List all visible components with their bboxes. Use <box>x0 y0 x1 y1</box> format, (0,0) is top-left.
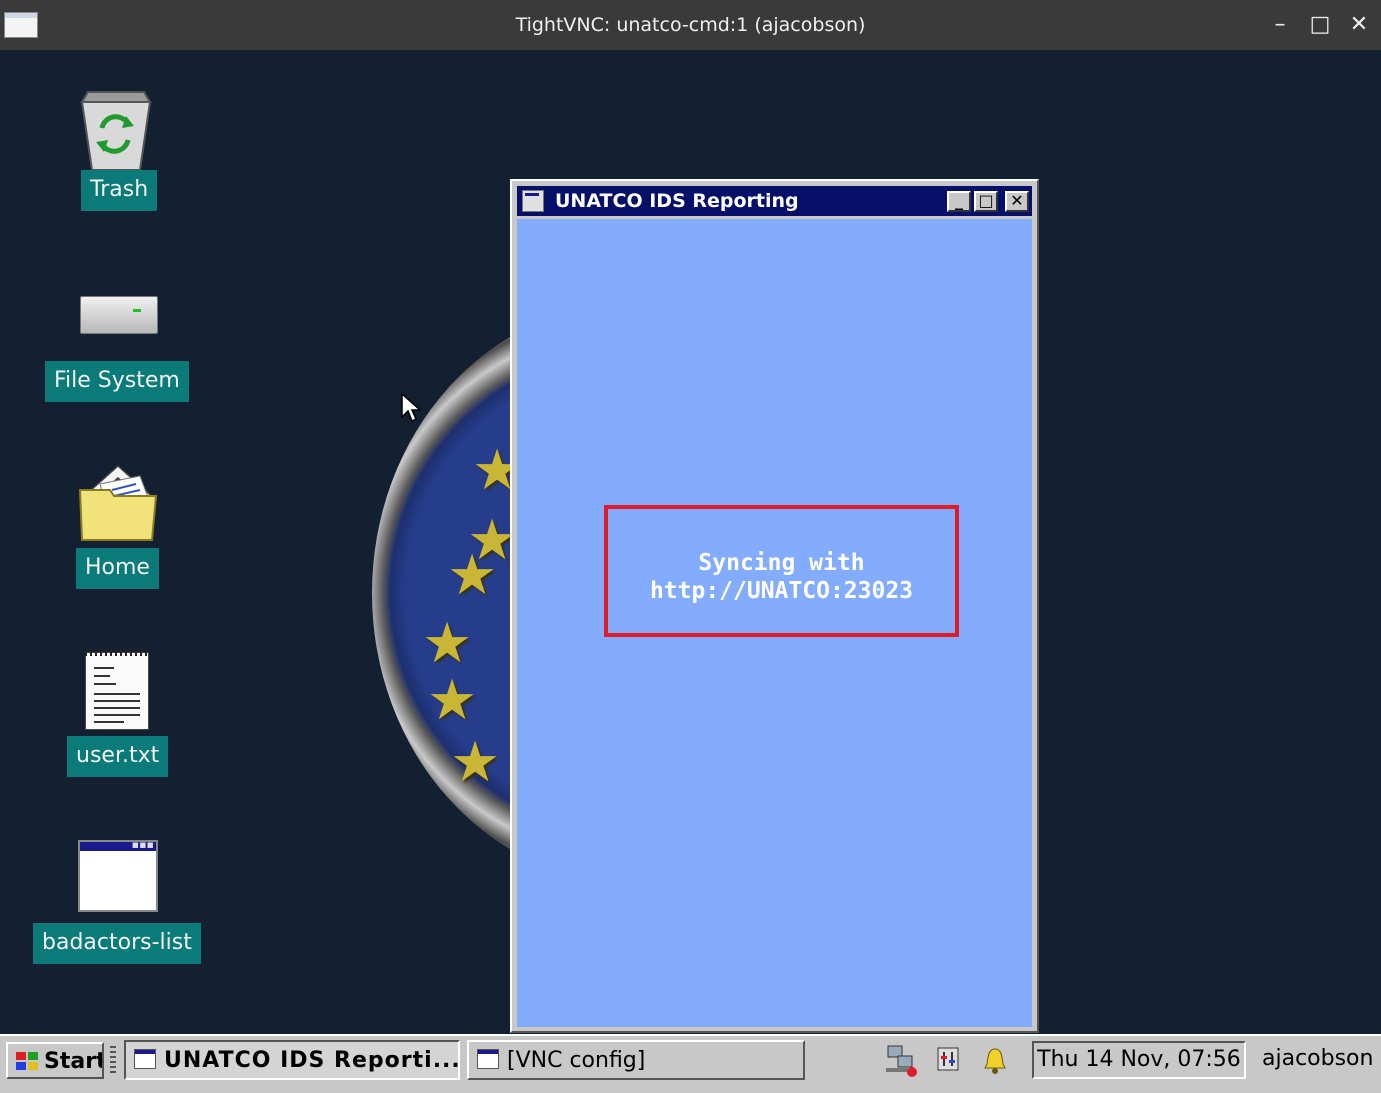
emblem-star-icon: ★ <box>422 611 473 676</box>
mouse-pointer-icon <box>401 393 421 423</box>
desktop-icon-label: Trash <box>81 170 158 211</box>
dialog-minimize-button[interactable]: _ <box>947 191 971 212</box>
vnc-minimize-button[interactable]: – <box>1267 12 1293 38</box>
start-button[interactable]: Start <box>6 1042 104 1079</box>
desktop-icon-label: user.txt <box>67 736 169 777</box>
mixer-icon[interactable] <box>932 1044 966 1078</box>
taskbar-user: ajacobson <box>1262 1046 1374 1071</box>
dialog-titlebar[interactable]: UNATCO IDS Reporting _ □ ✕ <box>517 186 1032 216</box>
sync-status-text: Syncing with http://UNATCO:23023 <box>608 549 955 605</box>
vnc-window-titlebar[interactable]: TightVNC: unatco-cmd:1 (ajacobson) – □ ✕ <box>0 0 1381 51</box>
text-file-icon <box>85 648 149 730</box>
network-icon[interactable] <box>884 1044 918 1078</box>
start-label: Start <box>44 1049 104 1074</box>
dialog-app-icon[interactable] <box>522 190 544 212</box>
home-folder-icon <box>78 464 158 541</box>
taskbar-item-label: [VNC config] <box>507 1048 646 1073</box>
bell-icon[interactable] <box>978 1044 1012 1078</box>
vnc-window-title: TightVNC: unatco-cmd:1 (ajacobson) <box>515 14 866 36</box>
vnc-close-button[interactable]: ✕ <box>1346 12 1372 38</box>
desktop-icon-label: Home <box>76 548 159 589</box>
emblem-star-icon: ★ <box>450 730 501 795</box>
desktop-icon-label: badactors-list <box>33 923 201 964</box>
desktop-icon-label: File System <box>45 361 189 402</box>
window-icon <box>78 838 158 912</box>
taskbar-clock[interactable]: Thu 14 Nov, 07:56 <box>1032 1041 1246 1079</box>
taskbar-item-unatco-ids[interactable]: UNATCO IDS Reporti... <box>124 1040 460 1080</box>
sync-status-line1: Syncing with <box>698 550 865 576</box>
start-flag-icon <box>16 1052 38 1070</box>
sync-status-line2: http://UNATCO:23023 <box>649 578 914 604</box>
emblem-star-icon: ★ <box>427 668 478 733</box>
taskbar: Start UNATCO IDS Reporti... [VNC config]… <box>0 1034 1381 1093</box>
window-icon <box>477 1049 499 1069</box>
sync-status-box: Syncing with http://UNATCO:23023 <box>604 505 959 637</box>
vnc-maximize-button[interactable]: □ <box>1307 12 1333 38</box>
taskbar-grip[interactable] <box>110 1046 116 1074</box>
dialog-title: UNATCO IDS Reporting <box>555 190 799 212</box>
dialog-body: Syncing with http://UNATCO:23023 <box>517 219 1032 1027</box>
unatco-ids-reporting-window[interactable]: UNATCO IDS Reporting _ □ ✕ Syncing with … <box>510 179 1039 1033</box>
trash-icon <box>80 91 152 171</box>
taskbar-item-label: UNATCO IDS Reporti... <box>164 1048 460 1073</box>
filesystem-icon <box>80 296 158 334</box>
dialog-maximize-button[interactable]: □ <box>974 191 998 212</box>
window-icon <box>134 1049 156 1069</box>
desktop[interactable]: ★ ★ ★ ★ ★ ★ Trash File System Home user.… <box>0 50 1381 1034</box>
dialog-close-button[interactable]: ✕ <box>1005 191 1029 212</box>
taskbar-item-vnc-config[interactable]: [VNC config] <box>467 1040 805 1080</box>
